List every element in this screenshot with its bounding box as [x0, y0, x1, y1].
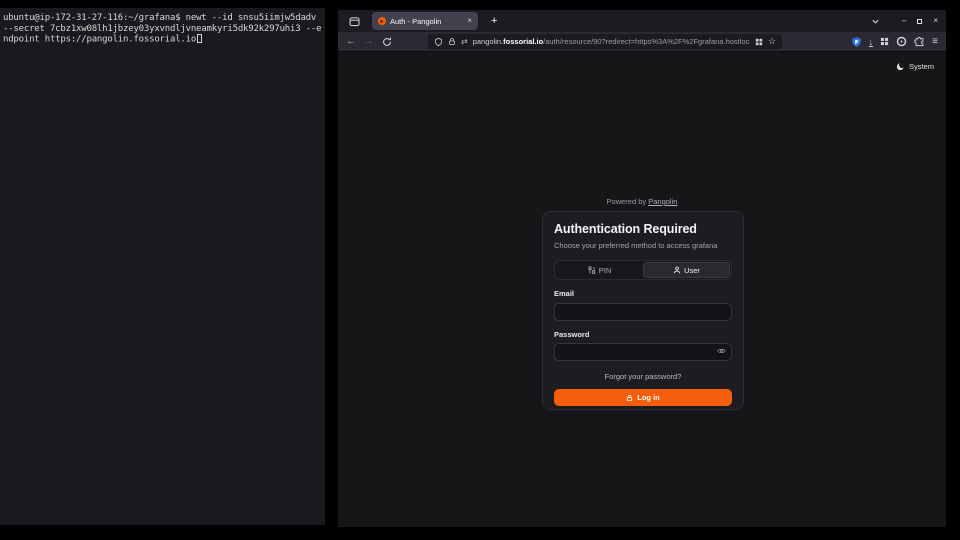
reload-icon[interactable]	[380, 37, 394, 47]
show-password-eye-icon[interactable]	[717, 347, 726, 355]
forward-icon[interactable]: →	[362, 36, 376, 47]
email-field[interactable]	[554, 303, 732, 321]
login-lock-icon	[626, 394, 633, 402]
back-icon[interactable]: ←	[344, 36, 358, 47]
minimize-icon[interactable]: –	[902, 17, 906, 25]
password-manager-shield-icon[interactable]	[851, 36, 862, 48]
url-subdomain: pangolin.	[473, 37, 503, 46]
forgot-password-link[interactable]: Forgot your password?	[554, 372, 732, 381]
pin-icon	[588, 266, 596, 274]
powered-by-text: Powered by	[607, 197, 647, 206]
tab-user-label: User	[684, 266, 700, 275]
theme-selector[interactable]: System	[896, 62, 934, 71]
pangolin-brand-link[interactable]: Pangolin	[648, 197, 677, 206]
terminal-window[interactable]: ubuntu@ip-172-31-27-116:~/grafana$ newt …	[0, 8, 325, 525]
tab-pin[interactable]: PIN	[556, 262, 643, 278]
toolbar-extension-icons: ↓ ≡	[851, 36, 940, 48]
auth-method-tabs: PIN User	[554, 260, 732, 280]
pangolin-favicon-icon	[378, 17, 386, 25]
navigation-toolbar: ← → ⇄ pangolin.fossorial.io/auth/resourc…	[338, 32, 946, 52]
theme-label: System	[909, 62, 934, 71]
tabbar-right-controls: – ×	[871, 17, 940, 26]
card-title: Authentication Required	[554, 222, 732, 236]
new-tab-button[interactable]: +	[491, 16, 497, 27]
download-arrow-glyph: ↓	[869, 37, 874, 47]
list-all-tabs-chevron-icon[interactable]	[871, 17, 880, 26]
tab-title: Auth - Pangolin	[390, 17, 463, 26]
login-button-label: Log in	[637, 393, 660, 402]
login-button[interactable]: Log in	[554, 389, 732, 406]
tab-bar: Auth - Pangolin × + – ×	[338, 10, 946, 32]
tab-close-icon[interactable]: ×	[467, 17, 472, 25]
user-icon	[673, 266, 681, 274]
password-label: Password	[554, 330, 732, 339]
auth-card: Authentication Required Choose your pref…	[542, 211, 744, 410]
moon-icon	[896, 62, 905, 71]
maximize-icon[interactable]	[917, 19, 922, 24]
tab-pin-label: PIN	[599, 266, 612, 275]
browser-window: Auth - Pangolin × + – × ← →	[338, 10, 946, 527]
extension-grid-icon[interactable]	[880, 37, 889, 46]
terminal-line: ubuntu@ip-172-31-27-116:~/grafana$ newt …	[3, 13, 322, 24]
container-grid-icon[interactable]	[755, 38, 763, 46]
page-content: System Powered by Pangolin Authenticatio…	[338, 52, 946, 526]
card-subtitle: Choose your preferred method to access g…	[554, 241, 732, 250]
extensions-puzzle-icon[interactable]	[914, 36, 925, 47]
window-controls: – ×	[902, 17, 938, 25]
powered-by-line: Powered by Pangolin	[338, 197, 946, 206]
url-domain: fossorial.io	[503, 37, 543, 46]
url-path: /auth/resource/90?redirect=https%3A%2F%2…	[543, 37, 750, 46]
circle-extension-icon[interactable]	[896, 36, 907, 47]
tracking-protection-shield-icon[interactable]	[434, 37, 443, 47]
terminal-line: --secret 7cbz1xw08lh1jbzey03yxvndljvneam…	[3, 24, 322, 35]
close-icon[interactable]: ×	[933, 17, 938, 25]
password-wrap	[554, 342, 732, 362]
tab-user[interactable]: User	[643, 262, 730, 278]
url-text: pangolin.fossorial.io/auth/resource/90?r…	[473, 37, 750, 46]
terminal-cursor	[197, 34, 202, 43]
menu-hamburger-icon[interactable]: ≡	[932, 36, 938, 47]
terminal-line-text: ndpoint https://pangolin.fossorial.io	[3, 35, 196, 45]
bookmark-star-icon[interactable]: ☆	[768, 36, 776, 47]
email-label: Email	[554, 289, 732, 298]
url-bar[interactable]: ⇄ pangolin.fossorial.io/auth/resource/90…	[428, 34, 782, 49]
firefox-view-icon[interactable]	[348, 15, 361, 28]
terminal-line: ndpoint https://pangolin.fossorial.io	[3, 34, 322, 45]
browser-tab[interactable]: Auth - Pangolin ×	[372, 12, 478, 30]
permissions-swap-icon[interactable]: ⇄	[461, 37, 468, 46]
password-field[interactable]	[554, 343, 732, 361]
downloads-icon[interactable]: ↓	[869, 37, 874, 47]
https-lock-icon[interactable]	[448, 37, 456, 46]
